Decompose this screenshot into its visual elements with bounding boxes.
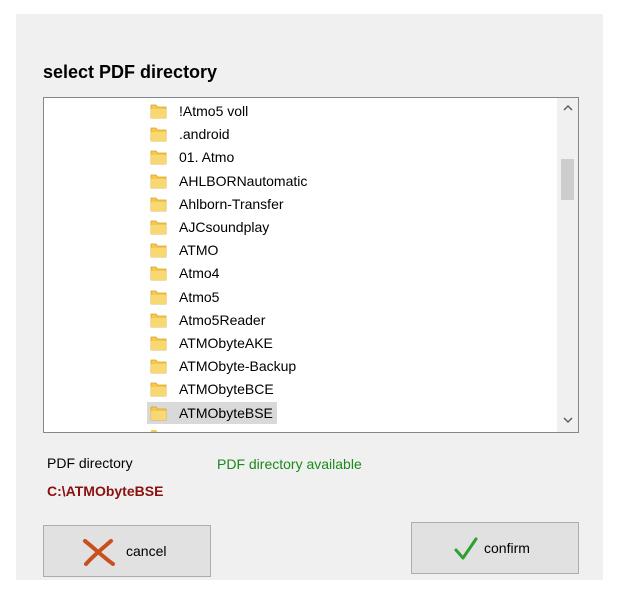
folder-label: AHLBORNautomatic bbox=[179, 172, 308, 189]
folder-icon bbox=[150, 126, 167, 142]
folder-label: ATMObyteAKE bbox=[179, 335, 273, 351]
folder-icon bbox=[150, 149, 167, 165]
folder-icon bbox=[150, 428, 167, 432]
folder-icon bbox=[150, 173, 167, 189]
folder-item[interactable]: Ahlborn-Transfer bbox=[147, 193, 347, 215]
folder-label: Ahlborn-Transfer bbox=[179, 195, 284, 212]
vertical-scrollbar[interactable] bbox=[557, 98, 578, 432]
folder-item[interactable]: AHLBORNautomatic bbox=[147, 170, 347, 192]
folder-item[interactable]: !Atmo5 voll bbox=[147, 100, 347, 122]
folder-icon bbox=[150, 103, 167, 119]
folder-label: ATMO bbox=[179, 242, 219, 259]
folder-label: Atmo5 bbox=[179, 288, 220, 305]
folder-label: 01. Atmo bbox=[179, 149, 235, 166]
path-label: PDF directory bbox=[47, 455, 133, 471]
folder-label: AJCsoundplay bbox=[179, 219, 270, 235]
folder-label: ATMObyteBSE bbox=[175, 401, 277, 424]
folder-item[interactable]: Atmo5Reader bbox=[147, 309, 347, 331]
folder-icon bbox=[150, 381, 167, 397]
folder-item-partial[interactable] bbox=[147, 425, 347, 432]
dialog-title: select PDF directory bbox=[43, 62, 218, 82]
folder-icon bbox=[150, 242, 167, 258]
status-text: PDF directory available bbox=[217, 456, 362, 472]
confirm-button[interactable]: confirm bbox=[411, 522, 579, 574]
folder-item[interactable]: 01. Atmo bbox=[147, 146, 347, 168]
folder-label: .android bbox=[179, 126, 230, 143]
folder-item[interactable]: AJCsoundplay bbox=[147, 216, 347, 238]
folder-label: !Atmo5 voll bbox=[179, 103, 249, 119]
folder-item[interactable]: Atmo5 bbox=[147, 286, 347, 308]
folder-item[interactable]: Atmo4 bbox=[147, 262, 347, 284]
path-value: C:\ATMObyteBSE bbox=[47, 483, 164, 499]
folder-item[interactable]: ATMObyteBSE bbox=[147, 401, 347, 424]
folder-icon bbox=[150, 335, 167, 351]
scrollbar-thumb[interactable] bbox=[561, 159, 574, 200]
folder-icon bbox=[150, 358, 167, 374]
folder-item[interactable]: ATMO bbox=[147, 239, 347, 261]
folder-label: ATMObyte-Backup bbox=[179, 358, 297, 375]
chevron-down-icon[interactable] bbox=[557, 411, 578, 432]
folder-label: ATMObyteBCE bbox=[179, 381, 274, 398]
folder-icon bbox=[150, 219, 167, 235]
folder-icon bbox=[150, 265, 167, 281]
folder-icon bbox=[150, 312, 167, 328]
folder-icon bbox=[150, 405, 167, 421]
chevron-up-icon[interactable] bbox=[557, 98, 578, 119]
folder-icon bbox=[150, 289, 167, 305]
folder-tree[interactable]: !Atmo5 voll .android 01. Atmo AHLBORNautoma… bbox=[43, 97, 579, 433]
cancel-button-label: cancel bbox=[126, 543, 167, 559]
folder-item[interactable]: ATMObyteBCE bbox=[147, 378, 347, 400]
x-icon bbox=[82, 538, 116, 569]
confirm-button-label: confirm bbox=[484, 540, 530, 556]
folder-label: Atmo4 bbox=[179, 265, 220, 282]
folder-label: Atmo5Reader bbox=[179, 311, 266, 328]
folder-item[interactable]: ATMObyteAKE bbox=[147, 332, 347, 354]
folder-item[interactable]: ATMObyte-Backup bbox=[147, 355, 347, 377]
checkmark-icon bbox=[454, 536, 478, 565]
folder-item[interactable]: .android bbox=[147, 123, 347, 145]
folder-icon bbox=[150, 196, 167, 212]
cancel-button[interactable]: cancel bbox=[43, 525, 211, 577]
